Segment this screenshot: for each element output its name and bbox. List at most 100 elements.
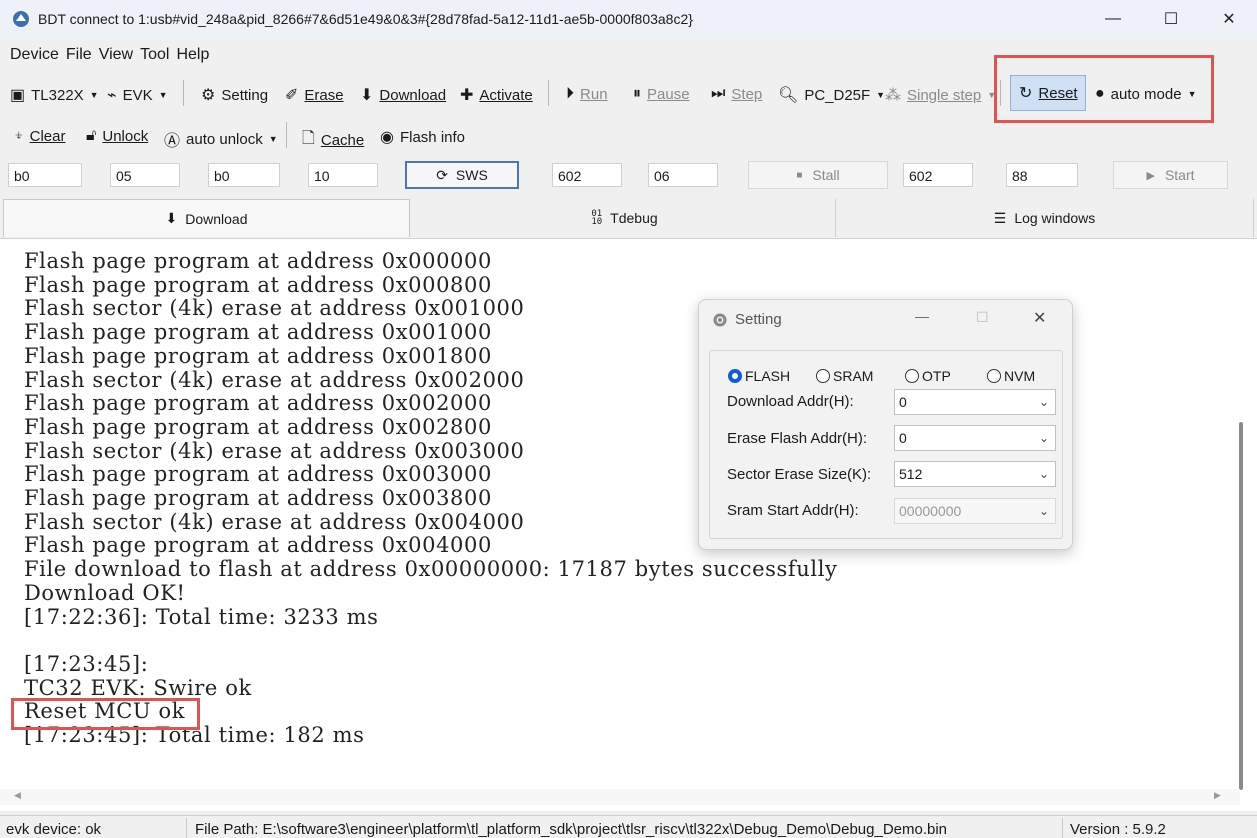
flash-info-button[interactable]: ◉ Flash info [380,127,465,147]
stop-icon: ■ [796,169,803,181]
download-addr-label: Download Addr(H): [727,393,854,410]
erase-button[interactable]: ✐ Erase [285,85,344,105]
menu-help[interactable]: Help [176,46,209,64]
app-logo-icon [13,11,29,27]
erase-addr-combo[interactable]: 0 ⌄ [894,425,1056,451]
unlock-button[interactable]: 🔓︎ Unlock [86,127,148,145]
evk-select[interactable]: ⌁ EVK ▼ [107,85,168,105]
sector-size-label: Sector Erase Size(K): [727,466,872,483]
erase-addr-label: Erase Flash Addr(H): [727,430,868,447]
menu-view[interactable]: View [99,46,133,64]
menu-bar: Device File View Tool Help [0,40,216,70]
play-icon: ▶ [1146,169,1155,182]
download-addr-combo[interactable]: 0 ⌄ [894,389,1056,415]
footsteps-icon: ⁂ [885,87,901,104]
reg-field-7[interactable]: 602 [903,163,973,187]
clear-button[interactable]: ⍖ Clear [14,127,65,145]
chevron-down-icon: ⌄ [1038,431,1049,445]
chevron-down-icon: ⌄ [1038,504,1049,518]
close-button[interactable]: ✕ [1200,0,1257,38]
maximize-icon: ☐ [1163,11,1179,28]
console-line: [17:22:36]: Total time: 3233 ms [24,604,379,629]
setting-button[interactable]: ⚙ Setting [201,85,268,105]
dropdown-arrow-icon: ▼ [268,134,278,144]
activate-button[interactable]: ✚ Activate [460,85,533,105]
pause-button[interactable]: ⏸ Pause [633,85,690,103]
console-line: File download to flash at address 0x0000… [24,557,838,582]
close-icon: ✕ [1222,11,1236,28]
list-icon: ☰ [993,209,1007,226]
download-icon: ⬇ [165,210,178,226]
binary-icon: 01 10 [591,209,603,227]
minimize-button[interactable]: — [1084,0,1142,38]
eye-icon: ◉ [380,129,394,146]
chip-icon: ▣ [10,87,26,104]
tab-tdebug[interactable]: 01 10 Tdebug [414,199,836,237]
horizontal-scrollbar[interactable]: ◀ ▶ [0,789,1240,805]
window-title: BDT connect to 1:usb#vid_248a&pid_8266#7… [38,11,693,27]
dialog-minimize-button[interactable]: — [915,308,929,324]
refresh-icon: ⟳ [436,166,448,183]
console-line: Flash page program at address 0x000000 [24,249,492,273]
auto-unlock-select[interactable]: Ⓐauto unlock ▼ [164,127,278,151]
tab-download[interactable]: ⬇ Download [3,199,410,237]
step-icon: ⏭ [711,85,726,102]
gear-icon [713,313,727,327]
run-button[interactable]: ⏵ Run [566,85,608,103]
chip-select[interactable]: ▣ TL322X ▼ [10,85,99,105]
title-bar: BDT connect to 1:usb#vid_248a&pid_8266#7… [0,0,1257,38]
vertical-scrollbar[interactable] [1239,422,1243,790]
menu-tool[interactable]: Tool [140,46,169,64]
scroll-left-icon[interactable]: ◀ [14,790,21,801]
sram-addr-combo[interactable]: 00000000 ⌄ [894,498,1056,524]
reg-field-2[interactable]: 05 [110,163,180,187]
plus-icon: ✚ [460,87,474,104]
pc-select[interactable]: 🔍︎ PC_D25F ▼ [778,85,885,105]
reg-field-8[interactable]: 88 [1006,163,1078,187]
reset-highlight-box [994,55,1214,123]
radio-otp[interactable]: OTP [905,368,951,384]
radio-nvm[interactable]: NVM [987,368,1035,384]
reset-ok-highlight-box [11,698,200,730]
console-line: Download OK! [24,580,186,605]
sector-size-combo[interactable]: 512 ⌄ [894,461,1056,487]
file-path: File Path: E:\software3\engineer\platfor… [195,821,948,838]
dialog-title: Setting [735,311,782,328]
reg-field-1[interactable]: b0 [8,163,82,187]
dialog-maximize-button[interactable]: ☐ [976,309,989,326]
tab-bar: ⬇ Download 01 10 Tdebug ☰ Log windows [0,199,1257,237]
reg-field-3[interactable]: b0 [208,163,280,187]
search-icon: 🔍︎ [778,87,799,104]
pause-icon: ⏸ [633,85,642,102]
scroll-right-icon[interactable]: ▶ [1214,790,1221,801]
chevron-down-icon: ⌄ [1038,467,1049,481]
start-button[interactable]: ▶ Start [1113,161,1228,189]
signal-icon: ⌁ [107,87,117,104]
dropdown-arrow-icon: ▼ [158,90,168,100]
document-icon: 🗋 [302,130,315,147]
console-line: Flash page program at address 0x000800 [24,272,492,297]
single-step-select[interactable]: ⁂ Single step ▼ [885,85,996,105]
stall-button[interactable]: ■ Stall [748,161,888,189]
dropdown-arrow-icon: ▼ [89,90,99,100]
gear-icon: ⚙ [201,87,216,104]
radio-sram[interactable]: SRAM [816,368,873,384]
maximize-button[interactable]: ☐ [1142,0,1200,38]
reg-field-5[interactable]: 602 [552,163,622,187]
run-icon: ⏵ [566,85,575,102]
reg-field-6[interactable]: 06 [648,163,718,187]
reg-field-4[interactable]: 10 [308,163,378,187]
download-button[interactable]: ⬇ Download [360,85,446,105]
sws-button[interactable]: ⟳ SWS [405,161,519,189]
menu-file[interactable]: File [66,46,92,64]
minimize-icon: — [1105,10,1121,27]
step-button[interactable]: ⏭ Step [711,85,762,103]
eraser-icon: ✐ [285,87,299,104]
tab-log-windows[interactable]: ☰ Log windows [836,199,1254,237]
radio-flash[interactable]: FLASH [728,368,790,384]
chevron-down-icon: ⌄ [1038,395,1049,409]
dialog-close-button[interactable]: ✕ [1033,308,1046,328]
menu-device[interactable]: Device [10,46,59,64]
cache-button[interactable]: 🗋 Cache [302,127,364,154]
